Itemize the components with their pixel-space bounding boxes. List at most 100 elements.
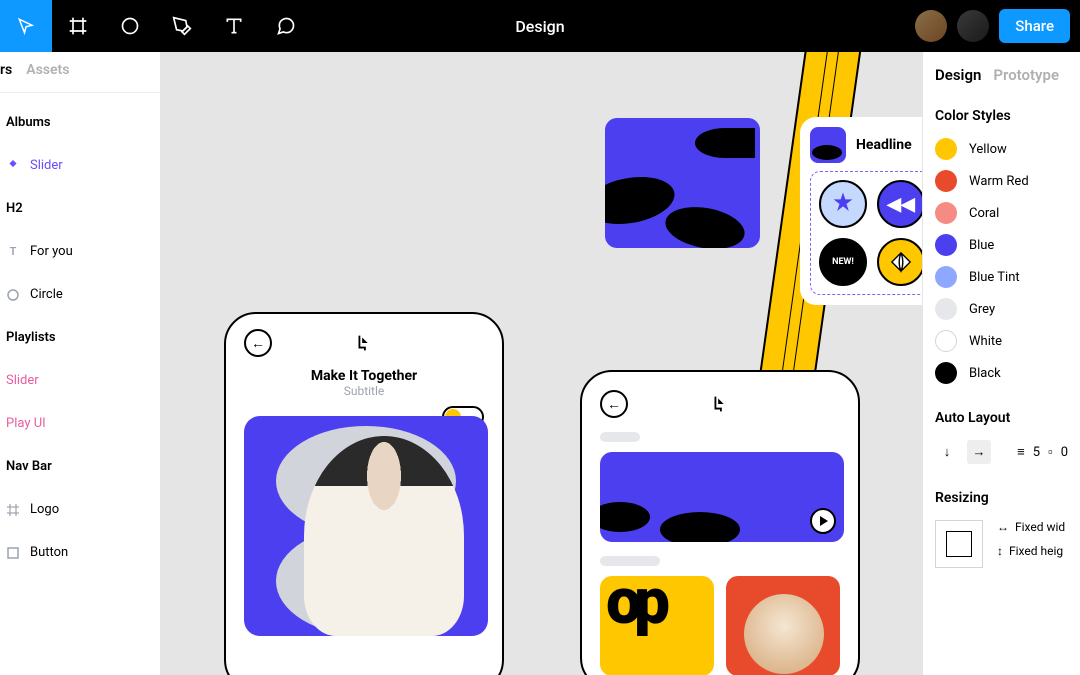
layer-button[interactable]: Button [0,531,160,574]
color-style-row[interactable]: Yellow [935,138,1068,160]
document-title[interactable]: Design [515,17,564,36]
ellipse-layer-icon [6,288,20,302]
color-swatch [935,266,957,288]
resizing-title: Resizing [935,490,1068,506]
move-tool[interactable] [0,0,52,52]
badge-star[interactable] [819,180,867,228]
layer-label: Play UI [6,416,46,431]
right-panel-tabs: Design Prototype [935,66,1068,84]
color-name: Blue Tint [969,270,1020,285]
badge-new[interactable]: NEW! [819,238,867,286]
tile-yellow[interactable]: op [600,576,714,675]
color-style-row[interactable]: Blue [935,234,1068,256]
layer-slider[interactable]: Slider [0,144,160,187]
color-style-row[interactable]: Warm Red [935,170,1068,192]
color-name: Warm Red [969,174,1029,189]
phone-frame-1[interactable]: ← Make It Together Subtitle [224,312,504,675]
height-icon: ↕ [997,544,1003,558]
spacing-value[interactable]: 5 [1033,445,1040,460]
color-style-row[interactable]: Grey [935,298,1068,320]
share-button[interactable]: Share [999,9,1070,43]
skeleton-bar [600,432,640,442]
component-frame[interactable]: Headline ◀◀ NEW! [800,117,922,305]
color-style-row[interactable]: White [935,330,1068,352]
text-tool[interactable] [208,0,260,52]
phone-frame-2[interactable]: ← op [580,370,860,675]
layers-list: Albums Slider H2 TFor you Circle Playlis… [0,93,160,675]
top-toolbar: Design Share [0,0,1080,52]
padding-value[interactable]: 0 [1061,445,1068,460]
left-panel-tabs: rs Assets [0,52,160,93]
direction-horizontal[interactable]: → [967,440,991,464]
layer-albums[interactable]: Albums [0,101,160,144]
layer-label: Circle [30,287,63,302]
layer-circle[interactable]: Circle [0,273,160,316]
color-name: Grey [969,302,995,317]
shape-tool[interactable] [104,0,156,52]
padding-icon: ▫ [1048,444,1053,460]
color-name: Coral [969,206,999,221]
text-layer-icon: T [6,245,20,259]
badge-diamond[interactable] [877,238,922,286]
logo-icon [709,393,731,415]
tile-red[interactable] [726,576,840,675]
color-swatch [935,298,957,320]
collaborator-avatar-2[interactable] [957,10,989,42]
layer-play-ui[interactable]: Play UI [0,402,160,445]
layer-for-you[interactable]: TFor you [0,230,160,273]
layer-label: Button [30,545,68,560]
frame-tool[interactable] [52,0,104,52]
color-swatch [935,202,957,224]
tab-assets[interactable]: Assets [26,62,69,78]
back-button[interactable]: ← [244,329,272,357]
resize-height[interactable]: ↕Fixed heig [997,544,1065,558]
direction-vertical[interactable]: ↓ [935,440,959,464]
tab-layers[interactable]: rs [0,62,12,78]
text-icon [224,16,244,36]
pen-tool[interactable] [156,0,208,52]
artwork-card-1[interactable] [605,118,760,248]
layer-logo[interactable]: Logo [0,488,160,531]
color-style-row[interactable]: Coral [935,202,1068,224]
color-swatch [935,170,957,192]
layer-nav-bar[interactable]: Nav Bar [0,445,160,488]
back-button[interactable]: ← [600,390,628,418]
layer-h2[interactable]: H2 [0,187,160,230]
layer-playlists[interactable]: Playlists [0,316,160,359]
color-styles-title: Color Styles [935,108,1068,124]
badge-grid: ◀◀ NEW! [810,171,922,295]
tab-prototype[interactable]: Prototype [993,66,1059,84]
canvas[interactable]: Headline ◀◀ NEW! ← Make It Together Subt… [160,52,922,675]
width-icon: ↔ [997,520,1009,534]
collaborator-avatar-1[interactable] [915,10,947,42]
color-swatch [935,138,957,160]
layer-label: Slider [30,158,63,173]
tab-design[interactable]: Design [935,66,981,84]
color-swatch [935,234,957,256]
color-style-row[interactable]: Blue Tint [935,266,1068,288]
layer-slider-2[interactable]: Slider [0,359,160,402]
comment-tool[interactable] [260,0,312,52]
skeleton-bar [600,556,660,566]
layer-label: Albums [6,115,51,130]
play-icon[interactable] [810,508,836,534]
component-headline: Headline [856,137,912,153]
album-artwork [244,416,488,636]
color-name: Black [969,366,1001,381]
song-title: Make It Together [244,368,484,384]
resize-width[interactable]: ↔Fixed wid [997,520,1065,534]
song-subtitle: Subtitle [244,384,484,398]
spacing-icon: ≡ [1017,444,1025,460]
layer-label: Logo [30,502,59,517]
resize-preview[interactable] [935,520,983,568]
auto-layout-title: Auto Layout [935,410,1068,426]
layer-label: Nav Bar [6,459,52,474]
cursor-icon [17,17,35,35]
right-panel: Design Prototype Color Styles Yellow Warm… [922,52,1080,675]
color-name: Blue [969,238,994,253]
color-styles-list: Yellow Warm Red Coral Blue Blue Tint Grey Whit… [935,138,1068,384]
video-card[interactable] [600,452,844,542]
circle-icon [120,16,140,36]
color-style-row[interactable]: Black [935,362,1068,384]
badge-rewind[interactable]: ◀◀ [877,180,922,228]
